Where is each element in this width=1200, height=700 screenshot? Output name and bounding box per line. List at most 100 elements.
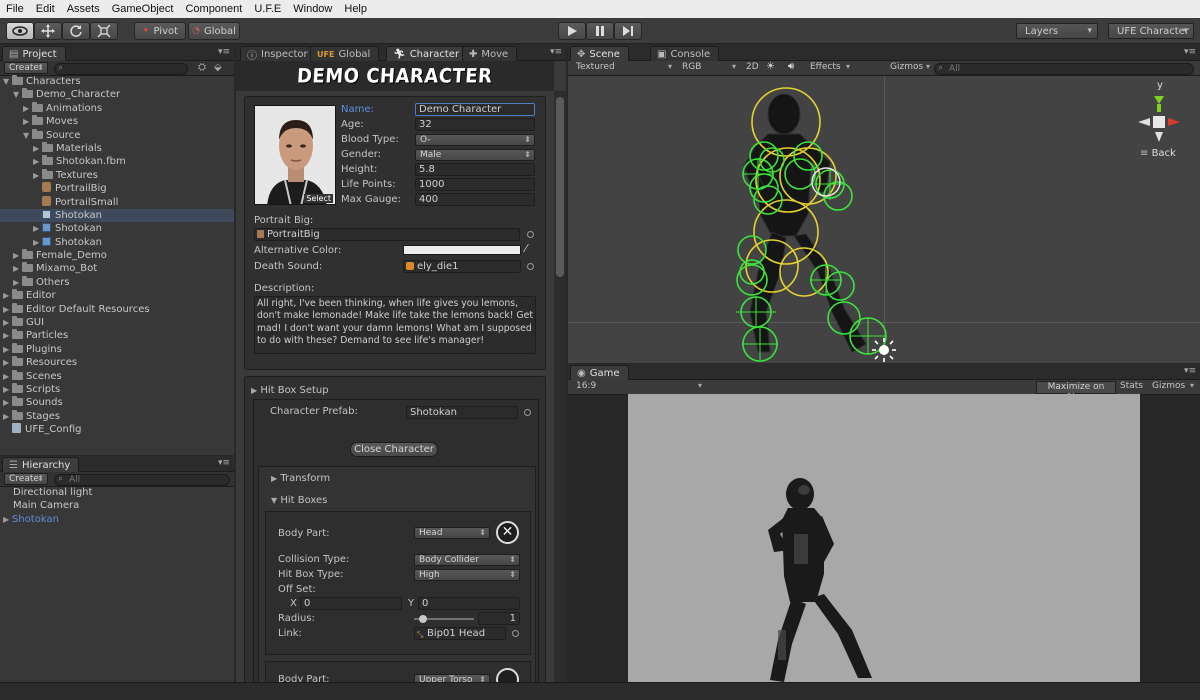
pivot-button[interactable]: ✦ Pivot (134, 22, 186, 40)
expand-arrow-icon[interactable]: ▶ (3, 370, 12, 383)
render-mode-dropdown[interactable]: Textured (576, 62, 615, 72)
expand-arrow-icon[interactable]: ▶ (33, 222, 42, 235)
menu-component[interactable]: Component (179, 3, 248, 15)
description-textarea[interactable]: All right, I've been thinking, when life… (254, 296, 536, 354)
view-tool-button[interactable] (6, 22, 34, 40)
expand-arrow-icon[interactable]: ▶ (13, 249, 22, 262)
project-item[interactable]: UFE_Config (0, 423, 234, 436)
portrait-select-label[interactable]: Select (304, 194, 333, 203)
project-item[interactable]: ▶ Particles (0, 329, 234, 342)
audio-icon[interactable]: 🔊︎ (788, 61, 794, 72)
expand-arrow-icon[interactable]: ▶ (13, 276, 22, 289)
layout-dropdown[interactable]: UFE Character (1108, 23, 1194, 39)
project-item[interactable]: ▶ Sounds (0, 396, 234, 409)
character-prefab-field[interactable]: Shotokan (406, 406, 518, 419)
global-button[interactable]: ◔ Global (188, 22, 240, 40)
tab-hierarchy[interactable]: ☰ Hierarchy (2, 457, 80, 472)
menu-edit[interactable]: Edit (30, 3, 61, 15)
expand-arrow-icon[interactable]: ▶ (23, 102, 32, 115)
gender-dropdown[interactable]: Male (415, 149, 535, 161)
hierarchy-item-camera[interactable]: Main Camera (0, 499, 234, 512)
game-gizmos-dropdown[interactable]: Gizmos (1152, 381, 1185, 391)
collapse-arrow-icon[interactable]: ▼ (3, 75, 12, 88)
hierarchy-item-shotokan[interactable]: ▶ Shotokan (0, 513, 234, 526)
layers-dropdown[interactable]: Layers (1016, 23, 1098, 39)
tab-move[interactable]: ✚ Move (462, 46, 518, 61)
project-item[interactable]: ▶ Others (0, 275, 234, 289)
tab-game[interactable]: ◉ Game (570, 365, 629, 380)
scale-tool-button[interactable] (90, 22, 118, 40)
tab-inspector[interactable]: ⓘ Inspector (240, 46, 317, 62)
scene-viewport[interactable]: y ≡ Back (568, 76, 1200, 363)
panel-menu-icon[interactable]: ▾≡ (1184, 366, 1196, 376)
project-item[interactable]: ▼ Demo_Character (0, 88, 234, 101)
eyedropper-icon[interactable]: ⁄ (525, 242, 527, 255)
effects-dropdown[interactable]: Effects (810, 62, 841, 72)
hitbox-type-dropdown[interactable]: High (414, 569, 520, 581)
close-character-button[interactable]: Close Character (350, 442, 438, 457)
panel-menu-icon[interactable]: ▾≡ (218, 458, 230, 468)
height-input[interactable]: 5.8 (415, 163, 535, 176)
2d-toggle[interactable]: 2D (746, 62, 759, 72)
game-viewport[interactable] (628, 394, 1140, 682)
menu-file[interactable]: File (0, 3, 30, 15)
project-item[interactable]: ▶ Editor (0, 289, 234, 302)
expand-arrow-icon[interactable]: ▶ (33, 236, 42, 249)
project-item[interactable]: ▶ Materials (0, 141, 234, 155)
hierarchy-search-input[interactable]: All (54, 474, 230, 486)
sun-icon[interactable]: ☀ (766, 61, 775, 72)
portrait-big-field[interactable]: PortraitBig (254, 228, 520, 241)
project-item[interactable]: ▶ Mixamo_Bot (0, 262, 234, 275)
scrollbar-thumb[interactable] (556, 97, 564, 277)
project-item[interactable]: ▶ GUI (0, 316, 234, 329)
offset-y-input[interactable]: 0 (418, 597, 520, 610)
rotate-tool-button[interactable] (62, 22, 90, 40)
menu-help[interactable]: Help (338, 3, 373, 15)
radius-input[interactable]: 1 (478, 612, 520, 625)
maximize-on-play-toggle[interactable]: Maximize on Play (1036, 381, 1116, 403)
project-item[interactable]: ▶ Scenes (0, 369, 234, 383)
expand-arrow-icon[interactable]: ▶ (3, 396, 12, 409)
alt-color-swatch[interactable] (403, 245, 521, 255)
aspect-dropdown[interactable]: 16:9 (576, 381, 596, 391)
object-picker-icon[interactable] (512, 630, 519, 637)
expand-arrow-icon[interactable]: ▶ (3, 410, 12, 423)
project-item[interactable]: ▶ Stages (0, 409, 234, 423)
life-points-input[interactable]: 1000 (415, 178, 535, 191)
name-input[interactable]: Demo Character (415, 103, 535, 116)
hitboxes-foldout[interactable]: ▼ Hit Boxes (271, 495, 327, 506)
project-item[interactable]: ▶ Resources (0, 356, 234, 369)
tab-console[interactable]: ▣ Console (650, 46, 720, 61)
collapse-arrow-icon[interactable]: ▼ (13, 88, 22, 101)
project-item[interactable]: ▶ Moves (0, 115, 234, 128)
scene-gizmos-dropdown[interactable]: Gizmos (890, 62, 923, 72)
filter-label-icon[interactable]: ⬙ (214, 62, 222, 73)
project-item[interactable]: ▶ Shotokan.fbm (0, 155, 234, 168)
orientation-gizmo[interactable] (1134, 82, 1196, 154)
project-item[interactable]: PortrailBig (0, 182, 234, 195)
expand-arrow-icon[interactable]: ▶ (3, 383, 12, 396)
project-item[interactable]: ▼ Source (0, 128, 234, 142)
tab-project[interactable]: ▤ Project (2, 46, 66, 61)
gizmo-back-label[interactable]: ≡ Back (1140, 148, 1176, 159)
link-field[interactable]: ⤡ Bip01 Head (414, 627, 506, 640)
project-item[interactable]: ▶ Female_Demo (0, 249, 234, 262)
menu-ufe[interactable]: U.F.E (248, 3, 287, 15)
blood-type-dropdown[interactable]: O- (415, 134, 535, 146)
menu-gameobject[interactable]: GameObject (106, 3, 180, 15)
age-input[interactable]: 32 (415, 118, 535, 131)
max-gauge-input[interactable]: 400 (415, 193, 535, 206)
project-item[interactable]: ▶ Textures (0, 168, 234, 182)
rgb-dropdown[interactable]: RGB (682, 62, 701, 72)
create-dropdown[interactable]: Create (4, 62, 48, 74)
collapse-arrow-icon[interactable]: ▼ (23, 129, 32, 142)
expand-arrow-icon[interactable]: ▶ (3, 356, 12, 369)
project-item[interactable]: ▶ Plugins (0, 342, 234, 356)
hierarchy-create-dropdown[interactable]: Create (4, 473, 48, 485)
project-item[interactable]: ▼ Characters (0, 75, 234, 88)
menu-assets[interactable]: Assets (61, 3, 106, 15)
object-picker-icon[interactable] (527, 231, 534, 238)
body-part-dropdown[interactable]: Head (414, 527, 490, 539)
object-picker-icon[interactable] (527, 263, 534, 270)
object-picker-icon[interactable] (524, 409, 531, 416)
